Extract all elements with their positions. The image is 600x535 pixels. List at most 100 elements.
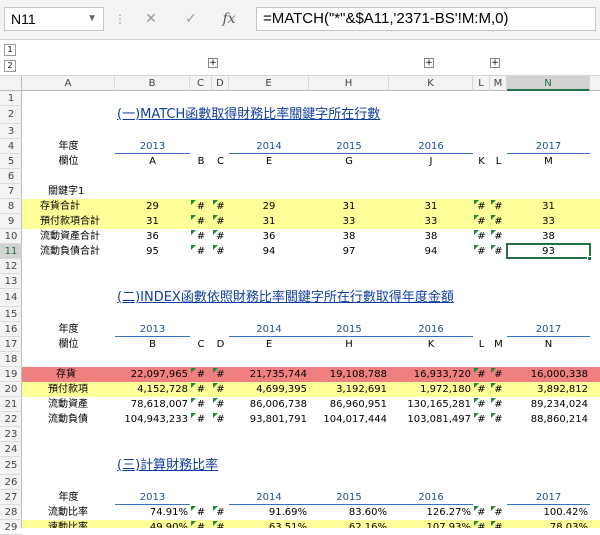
error-cell[interactable]: # (212, 244, 229, 259)
value-cell[interactable]: 31 (389, 199, 473, 214)
column-k-header[interactable]: K (389, 76, 473, 91)
field-cell[interactable]: D (212, 337, 229, 352)
value-cell[interactable]: 31 (507, 199, 590, 214)
row-header-3[interactable]: 3 (0, 124, 22, 139)
value-cell[interactable]: 1,972,180 (389, 382, 471, 397)
value-cell[interactable]: 4,699,395 (229, 382, 307, 397)
expand-group-button[interactable]: + (424, 58, 434, 68)
row-header-4[interactable]: 4 (0, 139, 22, 154)
error-cell[interactable]: # (473, 214, 490, 229)
value-cell[interactable]: 62.16% (309, 520, 387, 528)
error-cell[interactable]: # (473, 229, 490, 244)
column-b-header[interactable]: B (115, 76, 190, 91)
value-cell[interactable]: 3,892,812 (507, 382, 588, 397)
value-cell[interactable]: 74.91% (115, 505, 188, 520)
insert-function-icon[interactable]: fx (218, 7, 240, 31)
year-cell[interactable]: 2015 (309, 139, 389, 154)
expand-group-button[interactable]: + (208, 58, 218, 68)
field-cell[interactable]: E (229, 337, 309, 352)
year-cell[interactable]: 2014 (229, 490, 309, 505)
value-cell[interactable]: 22,097,965 (115, 367, 188, 382)
column-a-header[interactable]: A (22, 76, 115, 91)
error-cell[interactable]: # (190, 520, 212, 528)
error-cell[interactable]: # (473, 367, 490, 382)
error-cell[interactable]: # (212, 520, 229, 528)
field-cell[interactable]: M (507, 154, 590, 169)
value-cell[interactable]: 97 (309, 244, 389, 259)
worksheet-grid[interactable]: (一)MATCH函數取得財務比率關鍵字所在行數 年度 2013 2014 201… (22, 91, 600, 528)
error-cell[interactable]: # (473, 520, 490, 528)
row-header-12[interactable]: 12 (0, 259, 22, 274)
year-cell[interactable]: 2016 (389, 139, 473, 154)
value-cell[interactable]: 104,943,233 (115, 412, 188, 427)
column-m-header[interactable]: M (490, 76, 507, 91)
row-header-7[interactable]: 7 (0, 184, 22, 199)
field-cell[interactable]: K (389, 337, 473, 352)
value-cell[interactable]: 36 (115, 229, 190, 244)
error-cell[interactable]: # (190, 412, 212, 427)
error-cell[interactable]: # (190, 199, 212, 214)
error-cell[interactable]: # (490, 229, 507, 244)
value-cell[interactable]: 130,165,281 (389, 397, 471, 412)
year-cell[interactable]: 2016 (389, 322, 473, 337)
fill-handle[interactable] (587, 256, 592, 261)
row-header-10[interactable]: 10 (0, 229, 22, 244)
error-cell[interactable]: # (212, 199, 229, 214)
value-cell[interactable]: 95 (115, 244, 190, 259)
value-cell[interactable]: 33 (309, 214, 389, 229)
year-cell[interactable]: 2017 (507, 490, 590, 505)
field-cell[interactable]: N (507, 337, 590, 352)
error-cell[interactable]: # (190, 214, 212, 229)
outline-level-2-button[interactable]: 2 (4, 60, 16, 72)
error-cell[interactable]: # (212, 229, 229, 244)
select-all-corner[interactable] (0, 76, 22, 91)
row-header-20[interactable]: 20 (0, 382, 22, 397)
value-cell[interactable]: 49.90% (115, 520, 188, 528)
error-cell[interactable]: # (190, 229, 212, 244)
error-cell[interactable]: # (473, 505, 490, 520)
value-cell[interactable]: 16,000,338 (507, 367, 588, 382)
name-box[interactable]: N11 ▼ (4, 7, 104, 31)
field-cell[interactable]: L (490, 154, 507, 169)
year-cell[interactable]: 2017 (507, 139, 590, 154)
error-cell[interactable]: # (490, 382, 507, 397)
year-cell[interactable]: 2014 (229, 322, 309, 337)
column-n-header[interactable]: N (507, 76, 590, 91)
error-cell[interactable]: # (490, 397, 507, 412)
error-cell[interactable]: # (212, 397, 229, 412)
error-cell[interactable]: # (490, 505, 507, 520)
error-cell[interactable]: # (473, 382, 490, 397)
more-options-icon[interactable]: ⋮ (114, 12, 126, 26)
value-cell[interactable]: 29 (229, 199, 309, 214)
value-cell[interactable]: 31 (309, 199, 389, 214)
column-c-header[interactable]: C (190, 76, 212, 91)
value-cell[interactable]: 104,017,444 (309, 412, 387, 427)
error-cell[interactable]: # (490, 214, 507, 229)
column-d-header[interactable]: D (212, 76, 229, 91)
value-cell[interactable]: 89,234,024 (507, 397, 588, 412)
error-cell[interactable]: # (490, 412, 507, 427)
value-cell[interactable]: 88,860,214 (507, 412, 588, 427)
value-cell[interactable]: 29 (115, 199, 190, 214)
year-cell[interactable]: 2013 (115, 139, 190, 154)
expand-group-button[interactable]: + (490, 58, 500, 68)
error-cell[interactable]: # (490, 199, 507, 214)
error-cell[interactable]: # (212, 214, 229, 229)
outline-level-1-button[interactable]: 1 (4, 44, 16, 56)
chevron-down-icon[interactable]: ▼ (87, 8, 97, 30)
value-cell[interactable]: 63.51% (229, 520, 307, 528)
field-cell[interactable]: E (229, 154, 309, 169)
field-cell[interactable]: J (389, 154, 473, 169)
value-cell[interactable]: 94 (229, 244, 309, 259)
row-header-5[interactable]: 5 (0, 154, 22, 169)
value-cell[interactable]: 78.03% (507, 520, 588, 528)
error-cell[interactable]: # (490, 367, 507, 382)
enter-icon[interactable]: ✓ (180, 7, 202, 31)
error-cell[interactable]: # (190, 397, 212, 412)
error-cell[interactable]: # (190, 382, 212, 397)
row-header-24[interactable]: 24 (0, 442, 22, 457)
error-cell[interactable]: # (212, 412, 229, 427)
error-cell[interactable]: # (212, 367, 229, 382)
error-cell[interactable]: # (473, 244, 490, 259)
error-cell[interactable]: # (490, 244, 507, 259)
